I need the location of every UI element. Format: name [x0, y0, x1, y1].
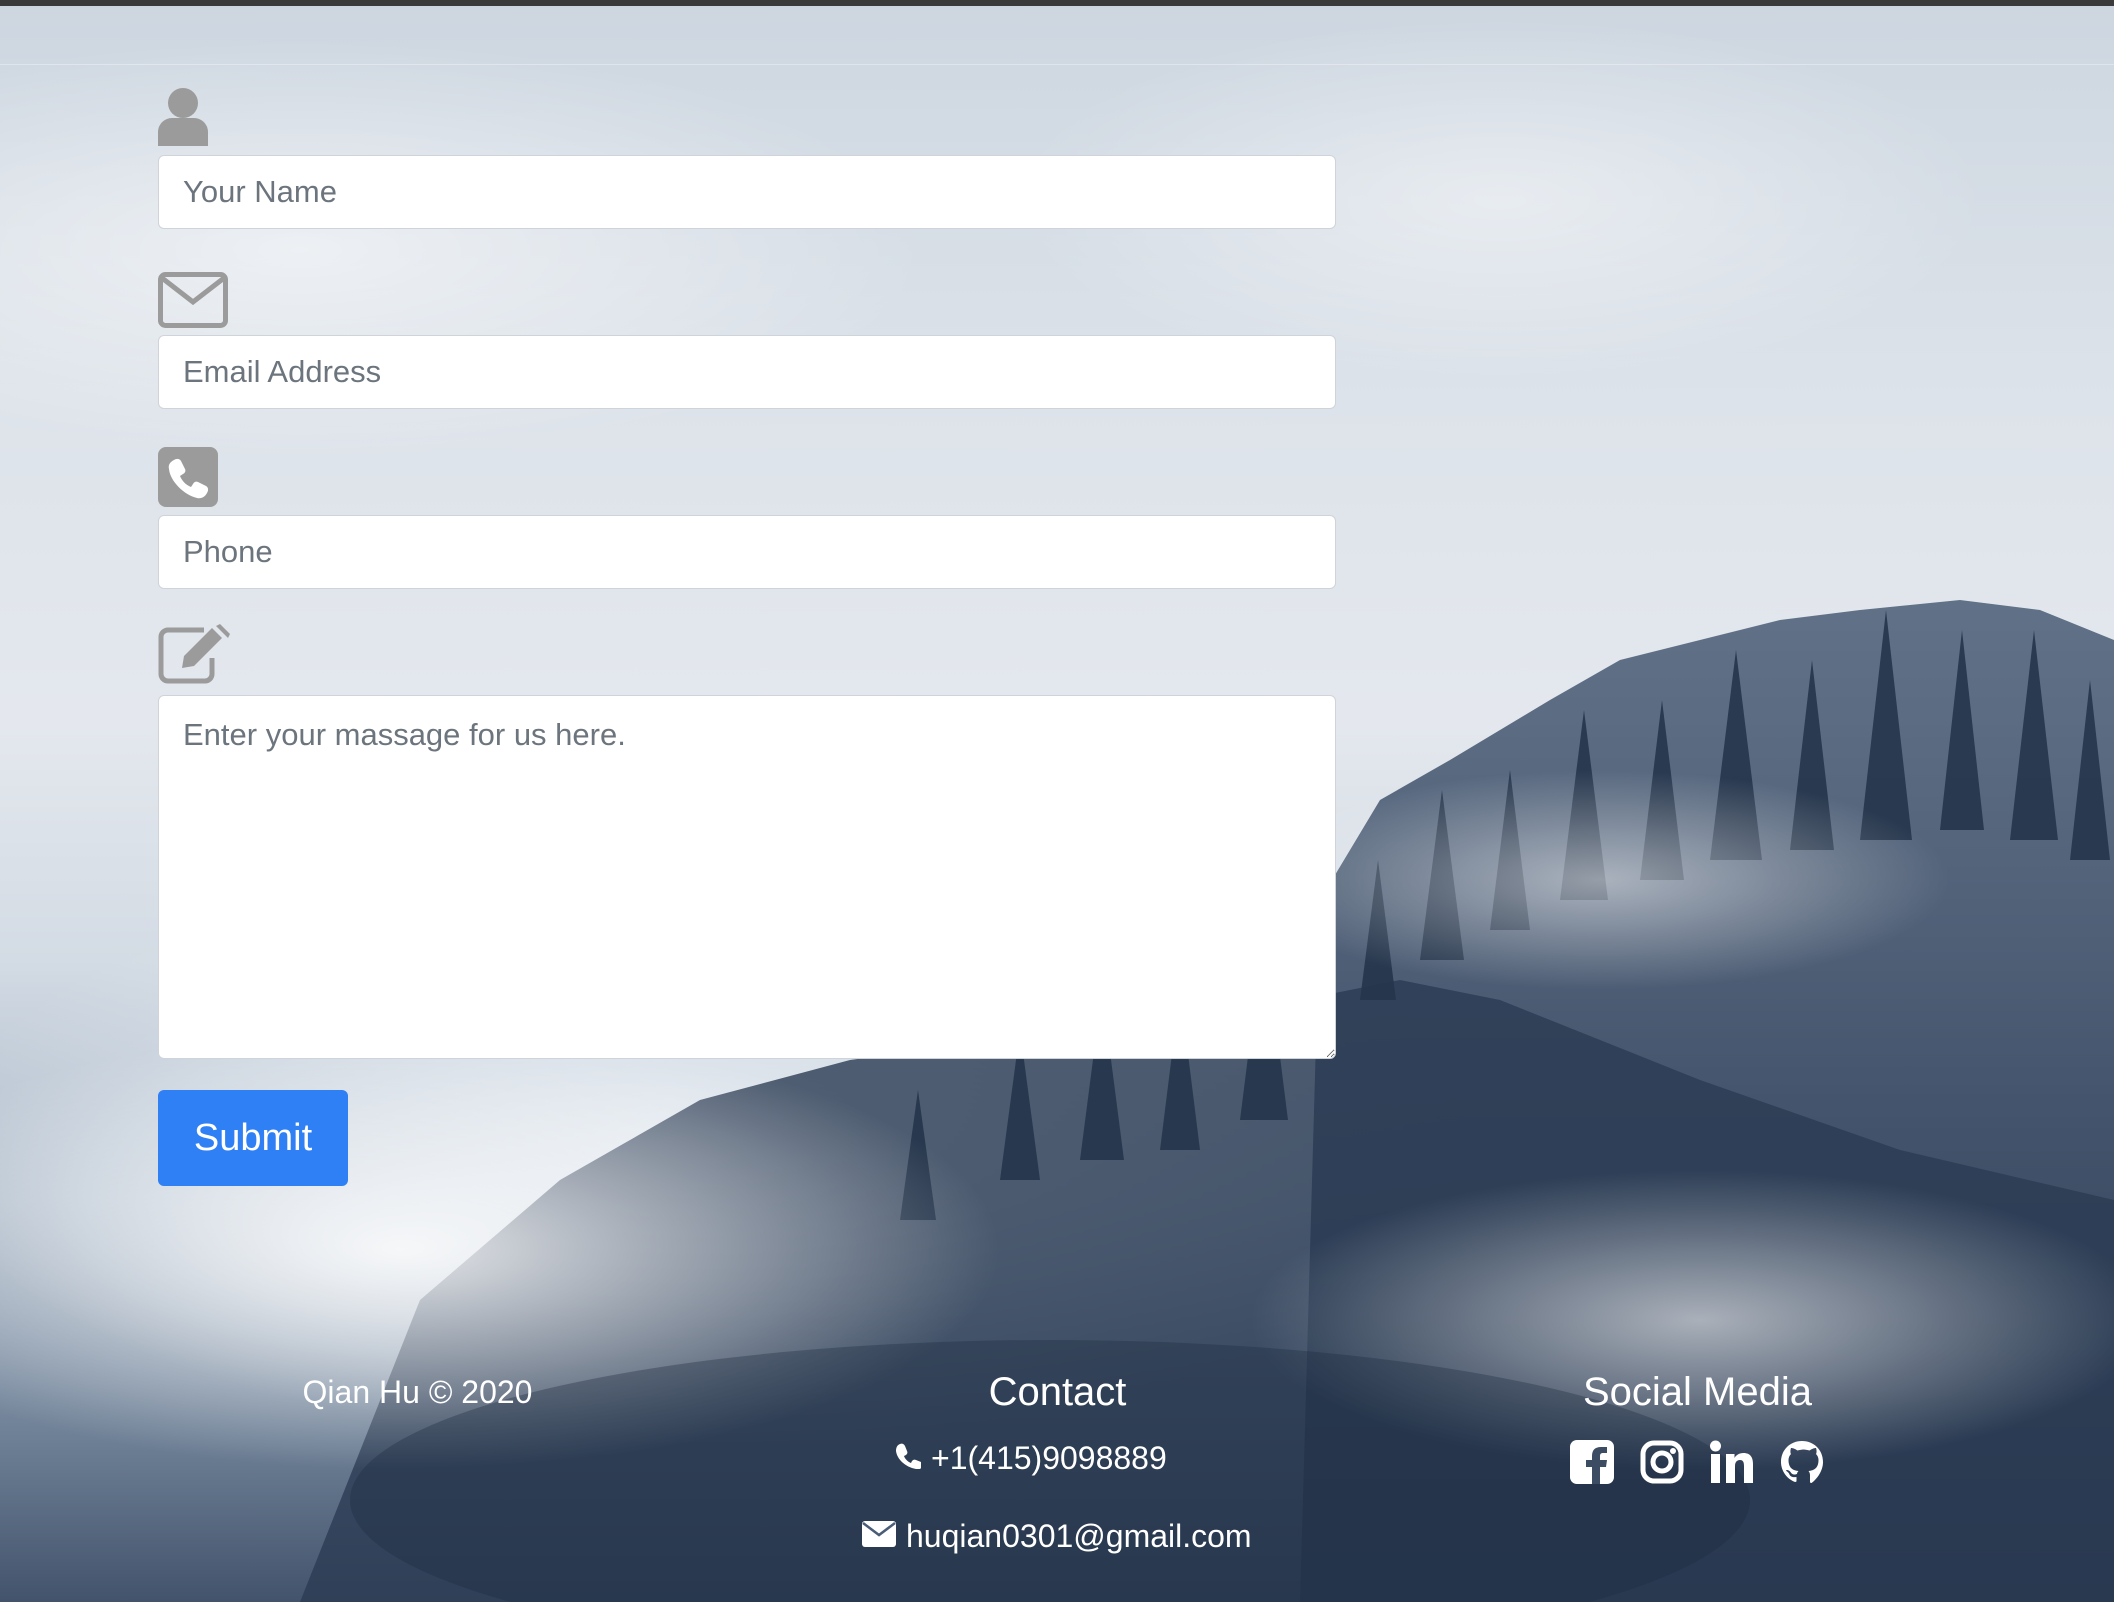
user-icon	[158, 86, 208, 151]
name-input[interactable]	[158, 155, 1336, 229]
linkedin-icon[interactable]	[1710, 1440, 1754, 1484]
email-input[interactable]	[158, 335, 1336, 409]
contact-phone-number: +1(415)9098889	[931, 1440, 1167, 1476]
contact-heading: Contact	[988, 1370, 1127, 1414]
social-media-heading: Social Media	[1582, 1370, 1812, 1414]
copyright-text: Qian Hu © 2020	[302, 1374, 533, 1410]
phone-square-icon	[158, 447, 218, 512]
envelope-solid-icon	[862, 1518, 896, 1555]
contact-phone: +1(415)9098889	[895, 1440, 1167, 1477]
phone-icon	[895, 1440, 923, 1477]
header-divider	[0, 64, 2114, 65]
github-icon[interactable]	[1780, 1440, 1824, 1484]
facebook-icon[interactable]	[1570, 1440, 1614, 1484]
instagram-icon[interactable]	[1640, 1440, 1684, 1484]
message-textarea[interactable]	[158, 695, 1336, 1059]
social-icons	[1570, 1440, 1824, 1484]
envelope-icon	[158, 272, 228, 333]
phone-input[interactable]	[158, 515, 1336, 589]
contact-email: huqian0301@gmail.com	[862, 1518, 1252, 1555]
edit-icon	[158, 624, 230, 689]
submit-button[interactable]: Submit	[158, 1090, 348, 1186]
contact-email-address: huqian0301@gmail.com	[906, 1518, 1252, 1554]
browser-top-edge	[0, 0, 2114, 6]
